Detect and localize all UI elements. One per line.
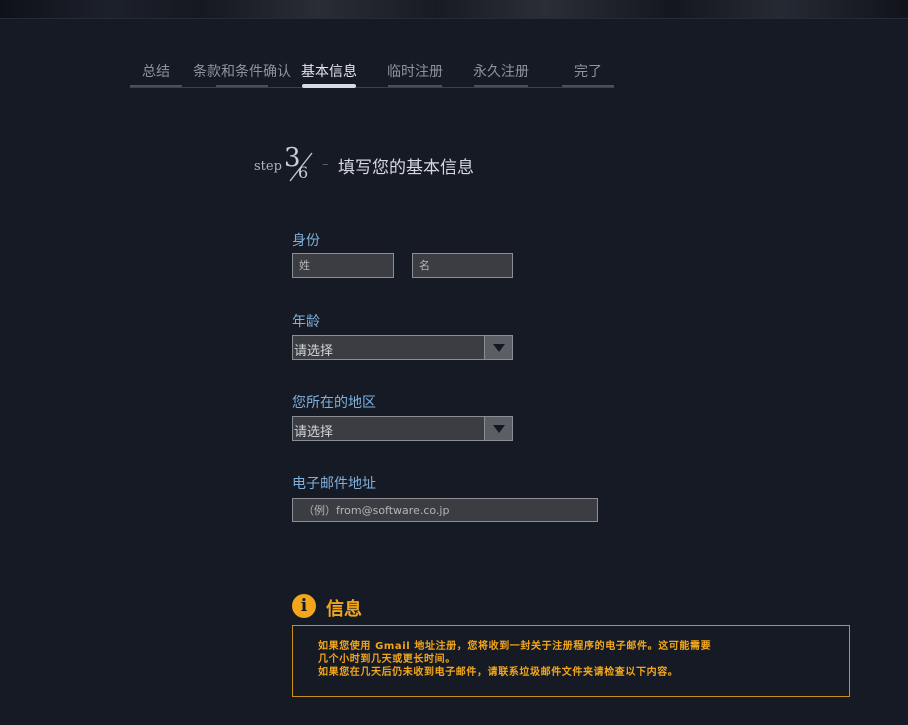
tab-basic-info[interactable]: 基本信息 <box>301 62 357 88</box>
tab-label: 基本信息 <box>301 64 357 80</box>
registration-steps-nav: 总结 条款和条件确认 基本信息 临时注册 永久注册 完了 <box>130 62 614 88</box>
tab-underline <box>130 85 182 87</box>
tab-underline <box>562 85 614 87</box>
age-select-value: 请选择 <box>294 344 334 359</box>
tab-label: 永久注册 <box>473 64 529 80</box>
email-label: 电子邮件地址 <box>292 476 376 492</box>
tab-label: 临时注册 <box>387 64 443 80</box>
step-word: step <box>254 159 282 174</box>
info-line: 几个小时到几天或更长时间。 <box>318 654 456 665</box>
tab-terms-confirmation[interactable]: 条款和条件确认 <box>193 62 291 87</box>
tab-label: 总结 <box>142 64 170 80</box>
age-label: 年龄 <box>292 314 320 330</box>
tab-label: 完了 <box>574 64 602 80</box>
info-line: 如果您使用 Gmail 地址注册，您将收到一封关于注册程序的电子邮件。这可能需要 <box>318 641 712 652</box>
info-message-box: 如果您使用 Gmail 地址注册，您将收到一封关于注册程序的电子邮件。这可能需要… <box>292 625 850 697</box>
tab-permanent-registration[interactable]: 永久注册 <box>473 62 529 87</box>
step-title: 填写您的基本信息 <box>338 158 474 178</box>
tab-underline <box>474 85 528 87</box>
chevron-down-icon <box>493 344 505 352</box>
identity-label: 身份 <box>292 233 320 249</box>
chevron-down-icon <box>493 425 505 433</box>
tab-temporary-registration[interactable]: 临时注册 <box>387 62 443 87</box>
header-banner-image <box>0 0 908 19</box>
email-input[interactable] <box>292 498 598 522</box>
tab-underline <box>388 85 442 87</box>
tab-summary[interactable]: 总结 <box>130 62 182 87</box>
step-total-number: 6 <box>298 163 309 182</box>
step-dash: – <box>322 157 329 172</box>
info-icon-glyph: i <box>300 596 308 616</box>
region-select-value: 请选择 <box>294 425 334 440</box>
region-select[interactable]: 请选择 <box>292 416 513 441</box>
info-line: 如果您在几天后仍未收到电子邮件，请联系垃圾邮件文件夹请检查以下内容。 <box>318 667 679 678</box>
tab-complete[interactable]: 完了 <box>562 62 614 87</box>
age-select[interactable]: 请选择 <box>292 335 513 360</box>
info-title: 信息 <box>326 599 362 620</box>
tab-active-indicator <box>302 84 356 88</box>
step-indicator: step 3 6 – 填写您的基本信息 <box>254 143 614 187</box>
info-icon: i <box>292 594 316 618</box>
info-heading: i 信息 <box>292 594 592 620</box>
tab-underline <box>216 85 268 87</box>
age-select-toggle[interactable] <box>484 336 512 359</box>
region-select-toggle[interactable] <box>484 417 512 440</box>
tab-label: 条款和条件确认 <box>193 64 291 80</box>
region-label: 您所在的地区 <box>292 395 376 411</box>
first-name-input[interactable] <box>412 253 513 278</box>
last-name-input[interactable] <box>292 253 394 278</box>
tabs-divider <box>130 87 614 88</box>
